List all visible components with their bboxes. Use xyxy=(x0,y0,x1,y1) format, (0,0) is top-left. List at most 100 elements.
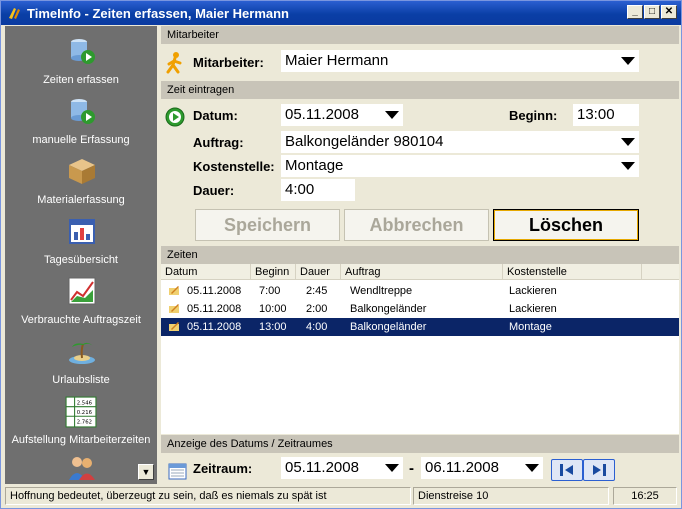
dauer-label: Dauer: xyxy=(193,183,235,198)
sidebar-item-urlaubsliste[interactable]: Urlaubsliste xyxy=(5,332,157,392)
sidebar: Zeiten erfassen manuelle Erfassung Mater… xyxy=(5,26,157,484)
chevron-down-icon[interactable] xyxy=(385,111,399,119)
app-window: TimeInfo - Zeiten erfassen, Maier Herman… xyxy=(0,0,682,509)
column-header-auftrag[interactable]: Auftrag xyxy=(341,264,503,280)
sidebar-item-label: manuelle Erfassung xyxy=(32,134,130,146)
beginn-input[interactable]: 13:00 xyxy=(573,104,639,126)
zeitraum-to-value: 06.11.2008 xyxy=(425,459,499,476)
previous-period-button[interactable] xyxy=(551,459,583,481)
cell-auftrag: Wendltreppe xyxy=(350,285,413,297)
sidebar-item-label: Aufstellung Mitarbeiterzeiten xyxy=(11,434,151,446)
table-row[interactable]: 05.11.2008 7:00 2:45 Wendltreppe Lackier… xyxy=(161,282,679,300)
island-icon xyxy=(69,342,95,364)
sidebar-item-manuelle-erfassung[interactable]: manuelle Erfassung xyxy=(5,92,157,152)
next-period-button[interactable] xyxy=(583,459,615,481)
chevron-down-icon[interactable] xyxy=(385,464,399,472)
column-header-datum[interactable]: Datum xyxy=(161,264,251,280)
column-header-kostenstelle[interactable]: Kostenstelle xyxy=(503,264,642,280)
table-row-selected[interactable]: 05.11.2008 13:00 4:00 Balkongeländer Mon… xyxy=(161,318,679,336)
cell-kostenstelle: Lackieren xyxy=(509,303,557,315)
zeitraum-label: Zeitraum: xyxy=(193,461,253,476)
pencil-icon xyxy=(169,286,179,295)
svg-text:0.216: 0.216 xyxy=(77,410,93,416)
sidebar-item-label: Materialerfassung xyxy=(37,194,125,206)
section-mitarbeiter: Mitarbeiter xyxy=(161,26,679,44)
column-header-beginn[interactable]: Beginn xyxy=(251,264,296,280)
sidebar-item-verbrauchte-auftragszeit[interactable]: Verbrauchte Auftragszeit xyxy=(5,272,157,332)
datum-picker[interactable]: 05.11.2008 xyxy=(281,104,403,126)
table-icon: 2.546 0.216 2.762 xyxy=(65,396,97,428)
sidebar-item-label: Zeiten erfassen xyxy=(43,74,119,86)
kostenstelle-value: Montage xyxy=(285,157,344,174)
cancel-button[interactable]: Abbrechen xyxy=(344,209,489,241)
cell-auftrag: Balkongeländer xyxy=(350,303,427,315)
section-zeitraum: Anzeige des Datums / Zeitraumes xyxy=(161,435,679,453)
sidebar-item-zeiten-erfassen[interactable]: Zeiten erfassen xyxy=(5,32,157,92)
maximize-button[interactable]: □ xyxy=(644,5,660,19)
users-icon[interactable] xyxy=(67,454,97,482)
chevron-down-icon[interactable] xyxy=(621,57,635,65)
column-header-filler xyxy=(642,264,679,280)
zeitraum-separator: - xyxy=(409,460,414,477)
chevron-down-icon[interactable] xyxy=(525,464,539,472)
zeitraum-from-value: 05.11.2008 xyxy=(285,459,359,476)
beginn-label: Beginn: xyxy=(509,108,558,123)
section-zeit-eintragen: Zeit eintragen xyxy=(161,81,679,99)
db-play-icon xyxy=(71,99,95,124)
cell-datum: 05.11.2008 xyxy=(187,321,242,333)
dauer-input[interactable]: 4:00 xyxy=(281,179,355,201)
sidebar-scroll-down-button[interactable]: ▼ xyxy=(138,464,154,480)
main-panel: Mitarbeiter Mitarbeiter: Maier Hermann Z… xyxy=(161,26,679,484)
status-message: Hoffnung bedeutet, überzeugt zu sein, da… xyxy=(5,487,411,505)
cell-kostenstelle: Montage xyxy=(509,321,552,333)
auftrag-select[interactable]: Balkongeländer 980104 xyxy=(281,131,639,153)
sidebar-item-label: Urlaubsliste xyxy=(52,374,110,386)
cell-beginn: 10:00 xyxy=(259,303,287,315)
cell-auftrag: Balkongeländer xyxy=(350,321,427,333)
walking-person-icon xyxy=(166,52,182,74)
zeiten-table[interactable]: Datum Beginn Dauer Auftrag Kostenstelle … xyxy=(161,264,679,434)
calendar-icon xyxy=(168,463,187,480)
sidebar-item-label: Tagesübersicht xyxy=(44,254,118,266)
status-info: Dienstreise 10 xyxy=(413,487,609,505)
box-icon xyxy=(69,159,95,184)
sidebar-item-tagesuebersicht[interactable]: Tagesübersicht xyxy=(5,212,157,272)
mitarbeiter-label: Mitarbeiter: xyxy=(193,55,264,70)
kostenstelle-select[interactable]: Montage xyxy=(281,155,639,177)
chevron-down-icon[interactable] xyxy=(621,162,635,170)
close-button[interactable]: ✕ xyxy=(661,5,677,19)
pencil-icon xyxy=(169,304,179,313)
title-bar[interactable]: TimeInfo - Zeiten erfassen, Maier Herman… xyxy=(1,1,681,25)
sidebar-item-aufstellung-mitarbeiterzeiten[interactable]: 2.546 0.216 2.762 Aufstellung Mitarbeiterz… xyxy=(5,392,157,452)
clock-play-icon xyxy=(165,107,185,127)
svg-text:2.546: 2.546 xyxy=(77,401,93,407)
cell-kostenstelle: Lackieren xyxy=(509,285,557,297)
cell-dauer: 2:45 xyxy=(306,285,328,297)
line-chart-icon xyxy=(68,277,96,305)
chevron-down-icon[interactable] xyxy=(621,138,635,146)
zeitraum-to-picker[interactable]: 06.11.2008 xyxy=(421,457,543,479)
pencil-icon xyxy=(169,322,179,331)
auftrag-value: Balkongeländer 980104 xyxy=(285,133,444,150)
mitarbeiter-select[interactable]: Maier Hermann xyxy=(281,50,639,72)
kostenstelle-label: Kostenstelle: xyxy=(193,159,275,174)
status-time: 16:25 xyxy=(613,487,677,505)
minimize-button[interactable]: _ xyxy=(627,5,643,19)
datum-value: 05.11.2008 xyxy=(285,106,359,123)
db-play-icon xyxy=(71,39,95,64)
arrow-right-icon xyxy=(593,464,606,476)
cell-beginn: 13:00 xyxy=(259,321,287,333)
svg-text:2.762: 2.762 xyxy=(77,420,92,426)
save-button[interactable]: Speichern xyxy=(195,209,340,241)
column-header-dauer[interactable]: Dauer xyxy=(296,264,341,280)
cell-datum: 05.11.2008 xyxy=(187,303,242,315)
zeitraum-from-picker[interactable]: 05.11.2008 xyxy=(281,457,403,479)
sidebar-item-materialerfassung[interactable]: Materialerfassung xyxy=(5,152,157,212)
delete-button[interactable]: Löschen xyxy=(493,209,639,241)
arrow-left-icon xyxy=(560,464,573,476)
cell-dauer: 2:00 xyxy=(306,303,328,315)
table-row[interactable]: 05.11.2008 10:00 2:00 Balkongeländer Lac… xyxy=(161,300,679,318)
auftrag-label: Auftrag: xyxy=(193,135,244,150)
mitarbeiter-value: Maier Hermann xyxy=(285,52,389,69)
calendar-chart-icon xyxy=(69,219,95,244)
